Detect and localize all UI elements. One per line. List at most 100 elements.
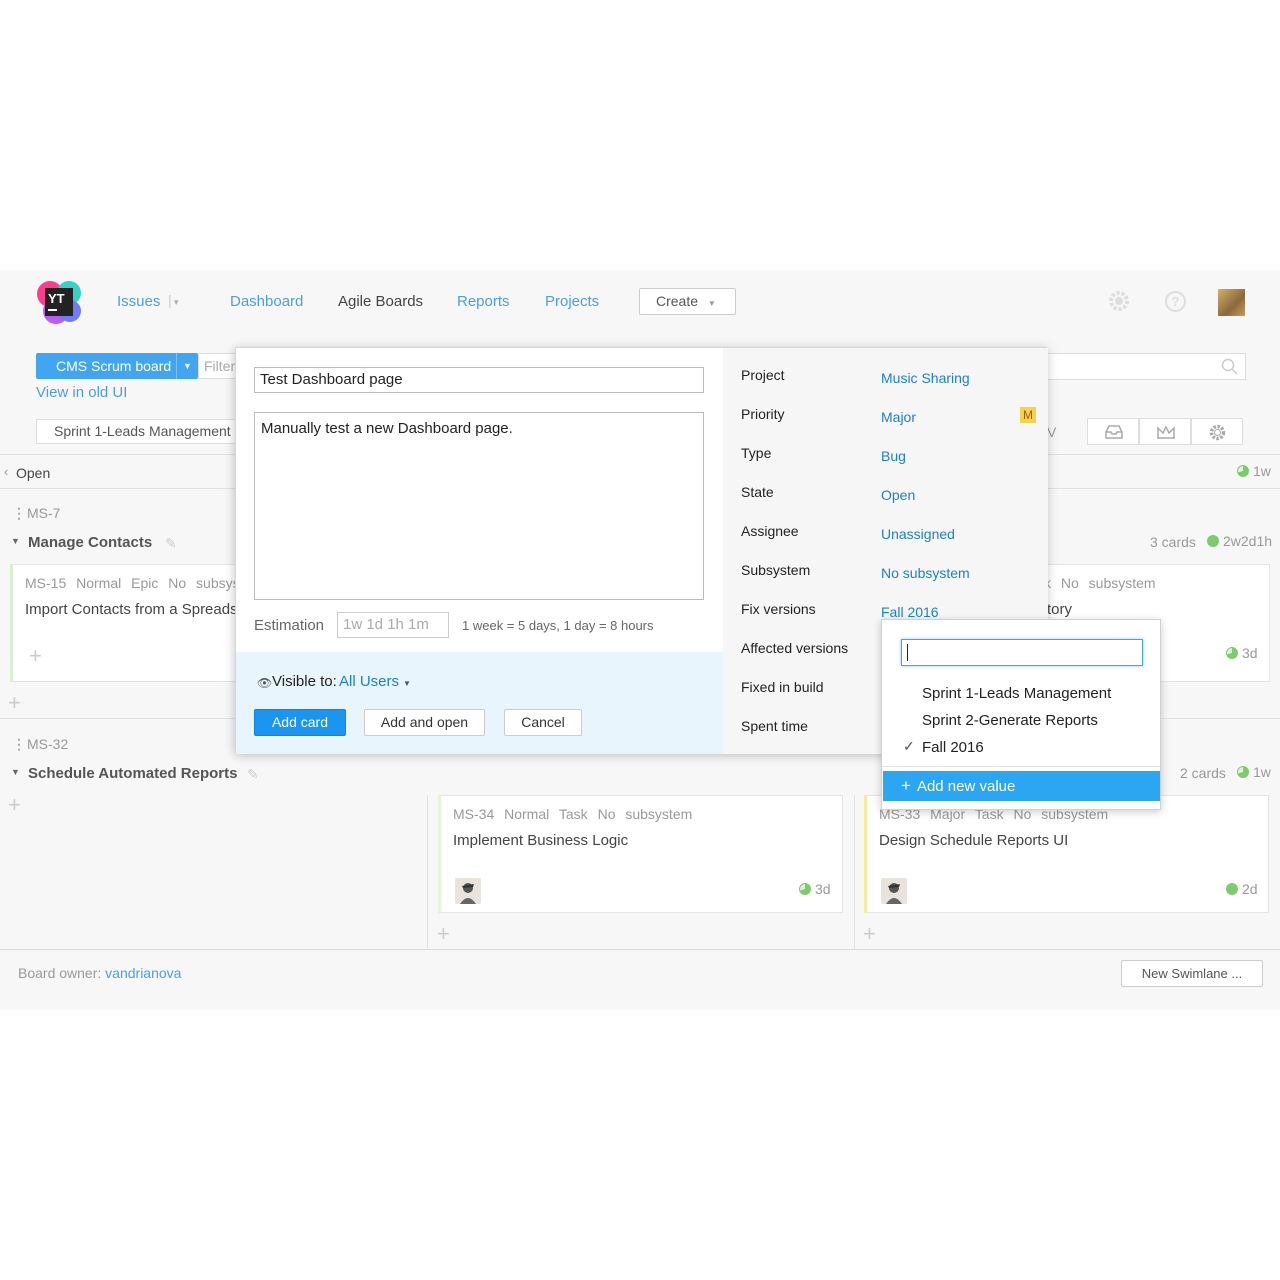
card-title-partial[interactable]: tory (1047, 601, 1072, 618)
priority-badge: M (1020, 407, 1036, 423)
chevron-down-icon: ▼ (707, 299, 716, 308)
card-id[interactable]: MS-15 (25, 575, 66, 591)
field-value-fix-versions[interactable]: Fall 2016 (881, 604, 939, 620)
column-open-header[interactable]: Open (16, 465, 50, 481)
card-estimate: 2d (1226, 881, 1258, 897)
help-icon[interactable]: ? (1165, 291, 1186, 312)
create-label: Create (656, 293, 699, 309)
chevron-left-icon[interactable]: ‹ (4, 464, 8, 479)
add-card-plus-icon[interactable]: + (8, 792, 21, 818)
field-value-priority[interactable]: Major (881, 409, 916, 425)
add-card-plus-icon[interactable]: + (8, 690, 21, 716)
swimlane-card-count: 3 cards (1150, 534, 1196, 550)
issues-dropdown-icon[interactable]: ▾ (174, 297, 179, 308)
drag-handle-icon[interactable]: ⋮ (12, 736, 26, 753)
gear-icon (1209, 424, 1226, 441)
nav-issues[interactable]: Issues (117, 293, 160, 310)
collapse-triangle-icon[interactable]: ▼ (11, 536, 20, 546)
filter-input[interactable]: Filter (198, 353, 238, 379)
field-label-subsystem: Subsystem (741, 562, 811, 578)
board-owner: Board owner: vandrianova (18, 965, 181, 981)
settings-gear-icon[interactable] (1109, 291, 1129, 311)
add-new-value-label: Add new value (916, 778, 1016, 795)
plus-icon: + (901, 776, 911, 795)
card-title[interactable]: Implement Business Logic (453, 832, 628, 849)
estimation-input[interactable]: 1w 1d 1h 1m (337, 612, 449, 638)
card[interactable]: MS-34 Normal Task No subsystem Implement… (438, 795, 843, 913)
board-owner-link[interactable]: vandrianova (105, 965, 181, 981)
dropdown-search-input[interactable] (901, 639, 1143, 666)
dialog-footer: 👁 Visible to: All Users ▼ Add card Add an… (236, 652, 723, 754)
search-input[interactable] (1040, 353, 1246, 380)
card-title[interactable]: Design Schedule Reports UI (879, 832, 1068, 849)
field-label-fix-versions: Fix versions (741, 601, 816, 617)
dropdown-option[interactable]: Sprint 2-Generate Reports (922, 712, 1098, 729)
card-id[interactable]: MS-34 (453, 806, 494, 822)
estimate-full-icon (1207, 535, 1219, 547)
new-swimlane-button[interactable]: New Swimlane ... (1121, 960, 1263, 987)
add-card-plus-icon[interactable]: + (437, 921, 450, 947)
create-button[interactable]: Create ▼ (639, 288, 736, 315)
assignee-avatar[interactable] (455, 878, 481, 904)
user-avatar[interactable] (1218, 289, 1245, 316)
nav-projects[interactable]: Projects (545, 293, 599, 310)
add-card-button[interactable]: Add card (254, 709, 346, 736)
field-value-subsystem[interactable]: No subsystem (881, 565, 970, 581)
youtrack-logo[interactable]: YT (36, 279, 82, 325)
estimate-full-icon (1226, 883, 1238, 895)
field-label-type: Type (741, 445, 772, 461)
nav-dashboard[interactable]: Dashboard (230, 293, 303, 310)
visible-to-selector[interactable]: All Users ▼ (339, 673, 411, 690)
column-estimate-value: 1w (1253, 463, 1271, 479)
field-value-assignee[interactable]: Unassigned (881, 526, 955, 542)
field-value-type[interactable]: Bug (881, 448, 906, 464)
board-owner-label: Board owner: (18, 965, 102, 981)
assignee-avatar[interactable] (881, 878, 907, 904)
swimlane-id[interactable]: MS-32 (27, 736, 68, 752)
add-new-value-button[interactable]: + Add new value (883, 771, 1160, 801)
card-meta: MS-34 Normal Task No subsystem (453, 806, 692, 822)
swimlane-title[interactable]: Schedule Automated Reports (28, 765, 237, 782)
search-icon (1221, 358, 1239, 379)
swimlane-card-count: 2 cards (1180, 765, 1226, 781)
drag-handle-icon[interactable]: ⋮ (12, 505, 26, 522)
collapse-triangle-icon[interactable]: ▼ (11, 767, 20, 777)
edit-pencil-icon[interactable]: ✎ (247, 766, 259, 783)
field-label-priority: Priority (741, 406, 785, 422)
chevron-down-icon[interactable]: ▼ (176, 353, 198, 379)
add-and-open-button[interactable]: Add and open (364, 709, 485, 736)
partial-column-header: V (1047, 424, 1057, 440)
column-estimate: 1w (1237, 463, 1271, 479)
divider (0, 949, 1280, 950)
cancel-button[interactable]: Cancel (504, 709, 582, 736)
swimlane-estimate: 1w (1237, 764, 1271, 780)
swimlane-id[interactable]: MS-7 (27, 505, 60, 521)
card-subsystem: No subsystem (597, 806, 693, 822)
edit-pencil-icon[interactable]: ✎ (165, 535, 177, 552)
field-value-project[interactable]: Music Sharing (881, 370, 970, 386)
sprint-selector[interactable]: Sprint 1-Leads Management (36, 419, 240, 444)
field-value-state[interactable]: Open (881, 487, 915, 503)
card-meta-partial: k No subsystem (1044, 575, 1156, 591)
nav-agile-boards[interactable]: Agile Boards (338, 293, 423, 310)
fix-versions-dropdown: Sprint 1-Leads Management Sprint 2-Gener… (881, 619, 1161, 810)
add-card-plus-icon[interactable]: + (863, 921, 876, 947)
card-title[interactable]: Import Contacts from a Spreads (25, 601, 238, 618)
board-selector[interactable]: CMS Scrum board ▼ (36, 353, 198, 379)
field-label-fixed-in-build: Fixed in build (741, 679, 824, 695)
swimlane-title[interactable]: Manage Contacts (28, 534, 152, 551)
backlog-button[interactable] (1087, 418, 1139, 445)
card[interactable]: MS-33 Major Task No subsystem Design Sch… (864, 795, 1269, 913)
summary-input[interactable]: Test Dashboard page (254, 367, 704, 393)
dropdown-option[interactable]: Sprint 1-Leads Management (922, 685, 1111, 702)
view-old-ui-link[interactable]: View in old UI (36, 384, 127, 401)
description-textarea[interactable]: Manually test a new Dashboard page. (254, 412, 704, 600)
dropdown-option-selected[interactable]: Fall 2016 (922, 739, 984, 756)
nav-reports[interactable]: Reports (457, 293, 510, 310)
card-estimate-value: 3d (815, 881, 831, 897)
chart-button[interactable] (1139, 418, 1191, 445)
estimate-pie-icon (1237, 465, 1249, 477)
card[interactable]: MS-15 Normal Epic No subsys Import Conta… (10, 564, 250, 682)
add-plus-icon[interactable]: + (29, 643, 42, 669)
board-settings-button[interactable] (1191, 418, 1243, 445)
